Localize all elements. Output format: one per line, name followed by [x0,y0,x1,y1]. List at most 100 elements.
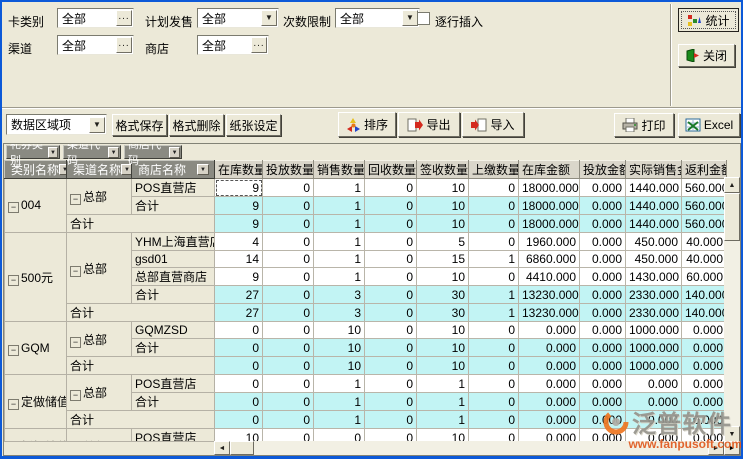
value-cell[interactable]: 560.000 [682,197,727,215]
stat-button[interactable]: 统计 [678,8,739,32]
value-cell[interactable]: 1440.000 [626,215,682,233]
value-cell[interactable]: 6860.000 [519,251,580,268]
value-cell[interactable]: 0.000 [519,375,580,393]
plan-sale-dropdown[interactable]: 全部 ▼ [197,8,279,28]
collapse-icon[interactable]: − [8,399,19,410]
format-save-button[interactable]: 格式保存 [112,114,167,136]
value-cell[interactable]: 15 [417,251,469,268]
chevron-down-icon[interactable]: ▼ [402,10,418,26]
value-cell[interactable]: 0 [365,411,417,429]
column-header[interactable]: 签收数量 [417,161,469,179]
value-cell[interactable]: 0 [215,339,263,357]
subtotal-cell[interactable]: 合计 [67,215,215,233]
value-cell[interactable]: 10 [417,179,469,197]
category-cell[interactable]: −定做储值 [5,375,67,429]
pivot-field-button[interactable]: 商店代码▼ [124,145,182,159]
chevron-down-icon[interactable]: ▼ [48,147,58,158]
value-cell[interactable]: 0.000 [580,375,626,393]
value-cell[interactable]: 140.000 [682,304,727,322]
value-cell[interactable]: 0 [365,322,417,339]
subtotal-cell[interactable]: 合计 [132,393,215,411]
value-cell[interactable]: 0 [469,339,519,357]
value-cell[interactable]: 40.000 [682,233,727,251]
value-cell[interactable]: 2330.000 [626,286,682,304]
value-cell[interactable]: 1 [417,375,469,393]
export-button[interactable]: 导出 [398,112,460,137]
value-cell[interactable]: 0.000 [580,357,626,375]
value-cell[interactable]: 2330.000 [626,304,682,322]
shop-cell[interactable]: POS直营店 [132,179,215,197]
value-cell[interactable]: 0 [365,251,417,268]
import-button[interactable]: 导入 [462,112,524,137]
value-cell[interactable]: 450.000 [626,233,682,251]
column-header[interactable]: 在库数量 [215,161,263,179]
shop-cell[interactable]: YHM上海直营店 [132,233,215,251]
value-cell[interactable]: 0.000 [519,322,580,339]
collapse-icon[interactable]: − [70,194,81,205]
category-cell[interactable]: −500元 [5,233,67,322]
value-cell[interactable]: 1 [314,411,365,429]
value-cell[interactable]: 0.000 [519,393,580,411]
value-cell[interactable]: 0 [263,179,314,197]
column-header[interactable]: 在库金额 [519,161,580,179]
value-cell[interactable]: 0 [365,197,417,215]
channel-cell[interactable]: −总部 [67,322,132,357]
column-header[interactable]: 回收数量 [365,161,417,179]
value-cell[interactable]: 1 [314,251,365,268]
value-cell[interactable]: 0.000 [626,393,682,411]
value-cell[interactable]: 0 [263,411,314,429]
channel-ellipsis-button[interactable]: ... [116,37,132,53]
value-cell[interactable]: 4 [215,233,263,251]
value-cell[interactable]: 0.000 [580,286,626,304]
value-cell[interactable]: 13230.000 [519,304,580,322]
subtotal-cell[interactable]: 合计 [67,411,215,429]
chevron-down-icon[interactable]: ▼ [89,117,105,133]
close-button[interactable]: 关闭 [678,44,735,67]
shop-cell[interactable]: gsd01 [132,251,215,268]
value-cell[interactable]: 0.000 [580,393,626,411]
value-cell[interactable]: 0 [365,233,417,251]
value-cell[interactable]: 18000.000 [519,179,580,197]
value-cell[interactable]: 1000.000 [626,339,682,357]
value-cell[interactable]: 0.000 [626,411,682,429]
value-cell[interactable]: 0.000 [682,357,727,375]
paper-setup-button[interactable]: 纸张设定 [226,114,281,136]
subtotal-cell[interactable]: 合计 [67,357,215,375]
column-header[interactable]: 商店名称▼ [132,161,215,179]
value-cell[interactable]: 0.000 [682,411,727,429]
value-cell[interactable]: 3 [314,286,365,304]
value-cell[interactable]: 1440.000 [626,179,682,197]
category-cell[interactable]: −GQM [5,322,67,375]
shop-cell[interactable]: GQMZSD [132,322,215,339]
value-cell[interactable]: 40.000 [682,251,727,268]
value-cell[interactable]: 1 [314,215,365,233]
chevron-down-icon[interactable]: ▼ [108,147,119,158]
value-cell[interactable]: 1 [469,304,519,322]
subtotal-cell[interactable]: 合计 [132,197,215,215]
value-cell[interactable]: 13230.000 [519,286,580,304]
column-header[interactable]: 投放数量 [263,161,314,179]
value-cell[interactable]: 3 [314,304,365,322]
value-cell[interactable]: 5 [417,233,469,251]
value-cell[interactable]: 18000.000 [519,215,580,233]
value-cell[interactable]: 0 [263,251,314,268]
value-cell[interactable]: 0 [469,322,519,339]
scroll-down-icon[interactable]: ▼ [724,426,740,442]
format-delete-button[interactable]: 格式删除 [169,114,224,136]
value-cell[interactable]: 0 [469,197,519,215]
card-type-field[interactable]: 全部 ... [57,8,134,28]
value-cell[interactable]: 0 [215,375,263,393]
value-cell[interactable]: 0 [365,179,417,197]
value-cell[interactable]: 0 [469,268,519,286]
value-cell[interactable]: 0.000 [580,251,626,268]
value-cell[interactable]: 10 [314,357,365,375]
value-cell[interactable]: 0 [365,268,417,286]
value-cell[interactable]: 0 [365,286,417,304]
value-cell[interactable]: 0.000 [682,322,727,339]
value-cell[interactable]: 1000.000 [626,357,682,375]
value-cell[interactable]: 30 [417,286,469,304]
value-cell[interactable]: 4410.000 [519,268,580,286]
value-cell[interactable]: 9 [215,179,263,197]
value-cell[interactable]: 0 [469,233,519,251]
value-cell[interactable]: 9 [215,268,263,286]
